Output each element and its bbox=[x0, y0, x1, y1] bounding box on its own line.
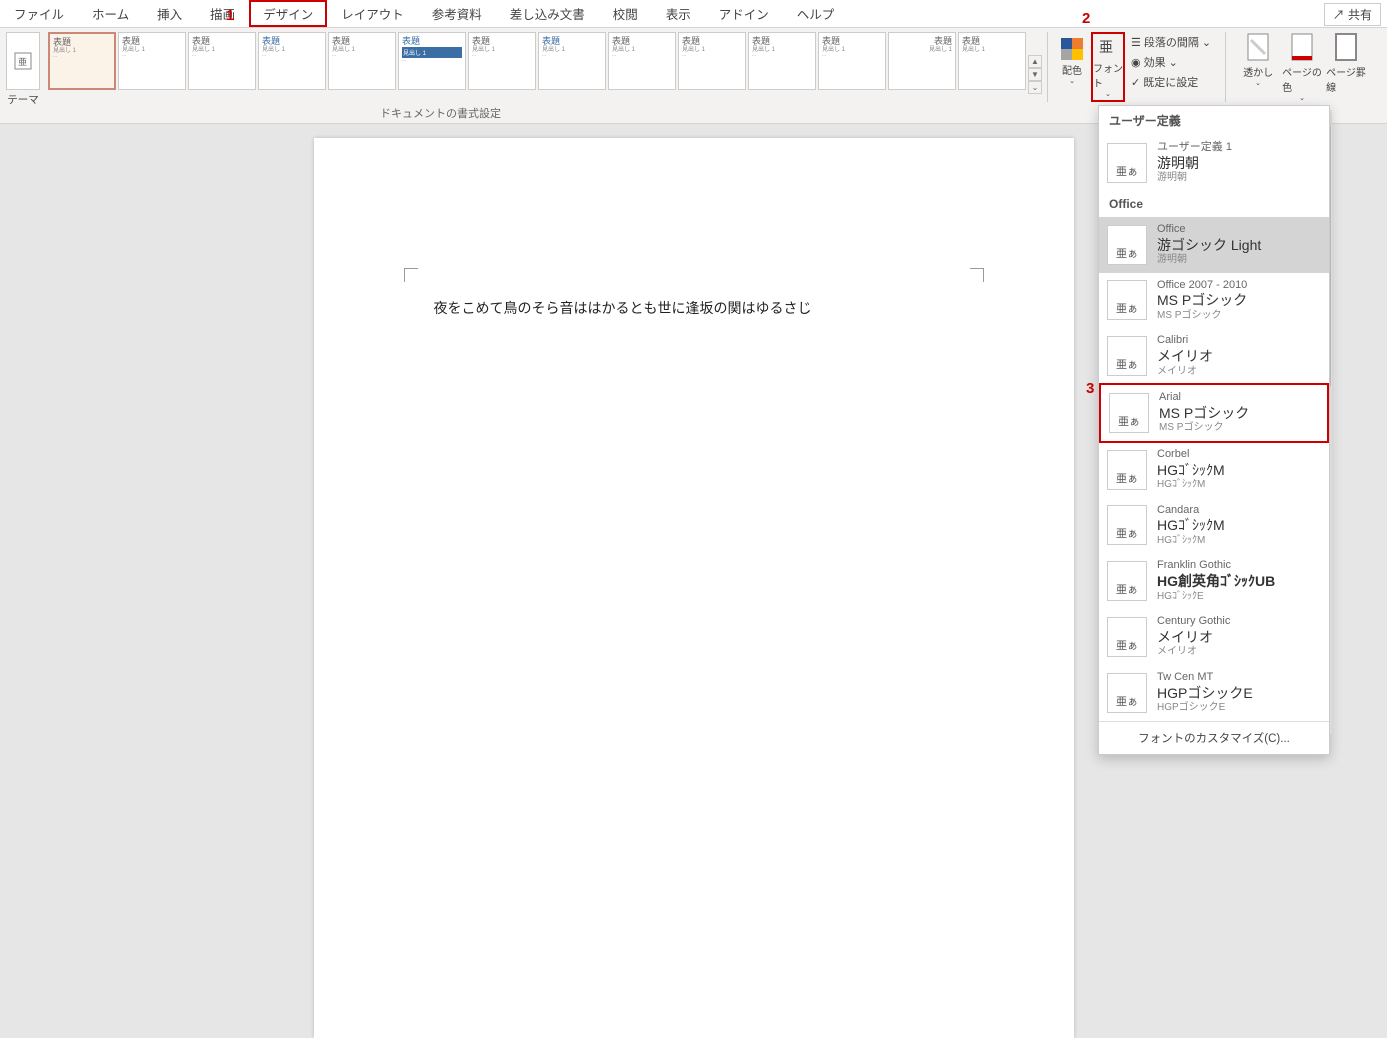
menu-mailings[interactable]: 差し込み文書 bbox=[496, 0, 599, 27]
fonts-icon: 亜 bbox=[1097, 36, 1119, 58]
themes-label: テーマ bbox=[7, 92, 39, 107]
document-text[interactable]: 夜をこめて鳥のそら音ははかるとも世に逢坂の関はゆるさじ bbox=[434, 298, 954, 318]
colors-icon bbox=[1061, 38, 1083, 60]
colors-button[interactable]: 配色⌄ bbox=[1055, 32, 1089, 90]
styleset-item[interactable]: 表題見出し 1... bbox=[398, 32, 466, 90]
dropdown-section-user: ユーザー定義 bbox=[1099, 106, 1329, 135]
menu-file[interactable]: ファイル bbox=[0, 0, 78, 27]
watermark-icon bbox=[1245, 32, 1271, 62]
document-page[interactable]: 夜をこめて鳥のそら音ははかるとも世に逢坂の関はゆるさじ bbox=[314, 138, 1074, 1038]
page-borders-button[interactable]: ページ罫線 bbox=[1326, 32, 1366, 102]
menu-review[interactable]: 校閲 bbox=[599, 0, 652, 27]
font-thumb: 亜ぁ bbox=[1107, 336, 1147, 376]
page-borders-icon bbox=[1333, 32, 1359, 62]
annotation-2: 2 bbox=[1082, 10, 1090, 27]
font-option-century-gothic[interactable]: 亜ぁ Century Gothicメイリオメイリオ bbox=[1099, 609, 1329, 665]
ribbon-section-label: ドキュメントの書式設定 bbox=[380, 105, 501, 121]
page-color-button[interactable]: ページの色⌄ bbox=[1282, 32, 1322, 102]
menu-references[interactable]: 参考資料 bbox=[418, 0, 496, 27]
menu-addins[interactable]: アドイン bbox=[705, 0, 783, 27]
styleset-item[interactable]: 表題見出し 1... bbox=[608, 32, 676, 90]
dropdown-section-office: Office bbox=[1099, 191, 1329, 217]
format-options: ☰段落の間隔 ⌄ ◉効果 ⌄ ✓既定に設定 bbox=[1127, 32, 1215, 92]
menu-help[interactable]: ヘルプ bbox=[783, 0, 849, 27]
font-thumb: 亜ぁ bbox=[1107, 225, 1147, 265]
share-button[interactable]: ↗ 共有 bbox=[1324, 3, 1381, 26]
watermark-button[interactable]: 透かし⌄ bbox=[1238, 32, 1278, 102]
styleset-item[interactable]: 表題見出し 1 bbox=[958, 32, 1026, 90]
crop-mark bbox=[404, 268, 418, 282]
styleset-more[interactable]: ▲▼⌄ bbox=[1028, 36, 1042, 94]
font-option-franklin-gothic[interactable]: 亜ぁ Franklin GothicHG創英角ｺﾞｼｯｸUBHGｺﾞｼｯｸE bbox=[1099, 553, 1329, 609]
styleset-gallery: 表題見出し 1... 表題見出し 1... 表題見出し 1... 表題見出し 1… bbox=[46, 28, 1044, 98]
font-dropdown: ユーザー定義 亜ぁ ユーザー定義 1游明朝游明朝 Office 亜ぁ Offic… bbox=[1098, 105, 1330, 755]
styleset-item[interactable]: 表題見出し 1... bbox=[818, 32, 886, 90]
styleset-item[interactable]: 表題見出し 1 bbox=[888, 32, 956, 90]
styleset-item[interactable]: 表題見出し 1... bbox=[678, 32, 746, 90]
annotation-3: 3 bbox=[1086, 380, 1094, 397]
fonts-button[interactable]: 亜 フォント⌄ bbox=[1091, 32, 1125, 102]
font-option-calibri[interactable]: 亜ぁ Calibriメイリオメイリオ bbox=[1099, 328, 1329, 384]
styleset-item[interactable]: 表題見出し 1... bbox=[118, 32, 186, 90]
crop-mark bbox=[970, 268, 984, 282]
styleset-item[interactable]: 表題見出し 1... bbox=[468, 32, 536, 90]
font-option-office-2007[interactable]: 亜ぁ Office 2007 - 2010MS PゴシックMS Pゴシック bbox=[1099, 273, 1329, 329]
svg-text:亜: 亜 bbox=[18, 57, 27, 67]
check-icon: ✓ bbox=[1131, 76, 1140, 89]
menu-draw[interactable]: 描画 bbox=[196, 0, 249, 27]
page-color-icon bbox=[1289, 32, 1315, 62]
font-thumb: 亜ぁ bbox=[1107, 673, 1147, 713]
font-thumb: 亜ぁ bbox=[1107, 505, 1147, 545]
set-default-button[interactable]: ✓既定に設定 bbox=[1131, 74, 1211, 90]
formatting-controls: 配色⌄ 亜 フォント⌄ ☰段落の間隔 ⌄ ◉効果 ⌄ ✓既定に設定 bbox=[1051, 28, 1219, 106]
font-thumb: 亜ぁ bbox=[1107, 561, 1147, 601]
styleset-item[interactable]: 表題見出し 1... bbox=[48, 32, 116, 90]
font-option-candara[interactable]: 亜ぁ CandaraHGｺﾞｼｯｸMHGｺﾞｼｯｸM bbox=[1099, 498, 1329, 554]
font-customize-button[interactable]: フォントのカスタマイズ(C)... bbox=[1099, 721, 1329, 754]
themes-button[interactable]: 亜 bbox=[6, 32, 40, 90]
styleset-item[interactable]: 表題見出し 1... bbox=[188, 32, 256, 90]
themes-group: 亜 テーマ bbox=[0, 28, 46, 111]
font-thumb: 亜ぁ bbox=[1107, 280, 1147, 320]
effects-button[interactable]: ◉効果 ⌄ bbox=[1131, 54, 1211, 70]
font-thumb: 亜ぁ bbox=[1107, 143, 1147, 183]
font-thumb: 亜ぁ bbox=[1107, 617, 1147, 657]
annotation-1: 1 bbox=[226, 7, 234, 24]
menu-design[interactable]: デザイン bbox=[249, 0, 327, 27]
font-option-arial[interactable]: 亜ぁ ArialMS PゴシックMS Pゴシック bbox=[1099, 383, 1329, 443]
menu-insert[interactable]: 挿入 bbox=[143, 0, 196, 27]
styleset-item[interactable]: 表題見出し 1... bbox=[538, 32, 606, 90]
page-background-group: 透かし⌄ ページの色⌄ ページ罫線 bbox=[1232, 28, 1372, 106]
font-option-tw-cen-mt[interactable]: 亜ぁ Tw Cen MTHGPゴシックEHGPゴシックE bbox=[1099, 665, 1329, 721]
spacing-icon: ☰ bbox=[1131, 36, 1141, 49]
menubar: ファイル ホーム 挿入 描画 デザイン レイアウト 参考資料 差し込み文書 校閲… bbox=[0, 0, 1387, 28]
svg-text:亜: 亜 bbox=[1099, 39, 1113, 55]
menu-view[interactable]: 表示 bbox=[652, 0, 705, 27]
styleset-item[interactable]: 表題見出し 1... bbox=[328, 32, 396, 90]
styleset-item[interactable]: 表題見出し 1... bbox=[748, 32, 816, 90]
effects-icon: ◉ bbox=[1131, 56, 1141, 69]
font-option-user-1[interactable]: 亜ぁ ユーザー定義 1游明朝游明朝 bbox=[1099, 135, 1329, 191]
paragraph-spacing-button[interactable]: ☰段落の間隔 ⌄ bbox=[1131, 34, 1211, 50]
styleset-item[interactable]: 表題見出し 1... bbox=[258, 32, 326, 90]
menu-home[interactable]: ホーム bbox=[78, 0, 143, 27]
menu-layout[interactable]: レイアウト bbox=[327, 0, 418, 27]
font-option-corbel[interactable]: 亜ぁ CorbelHGｺﾞｼｯｸMHGｺﾞｼｯｸM bbox=[1099, 442, 1329, 498]
font-thumb: 亜ぁ bbox=[1107, 450, 1147, 490]
font-thumb: 亜ぁ bbox=[1109, 393, 1149, 433]
font-option-office[interactable]: 亜ぁ Office游ゴシック Light游明朝 bbox=[1099, 217, 1329, 273]
